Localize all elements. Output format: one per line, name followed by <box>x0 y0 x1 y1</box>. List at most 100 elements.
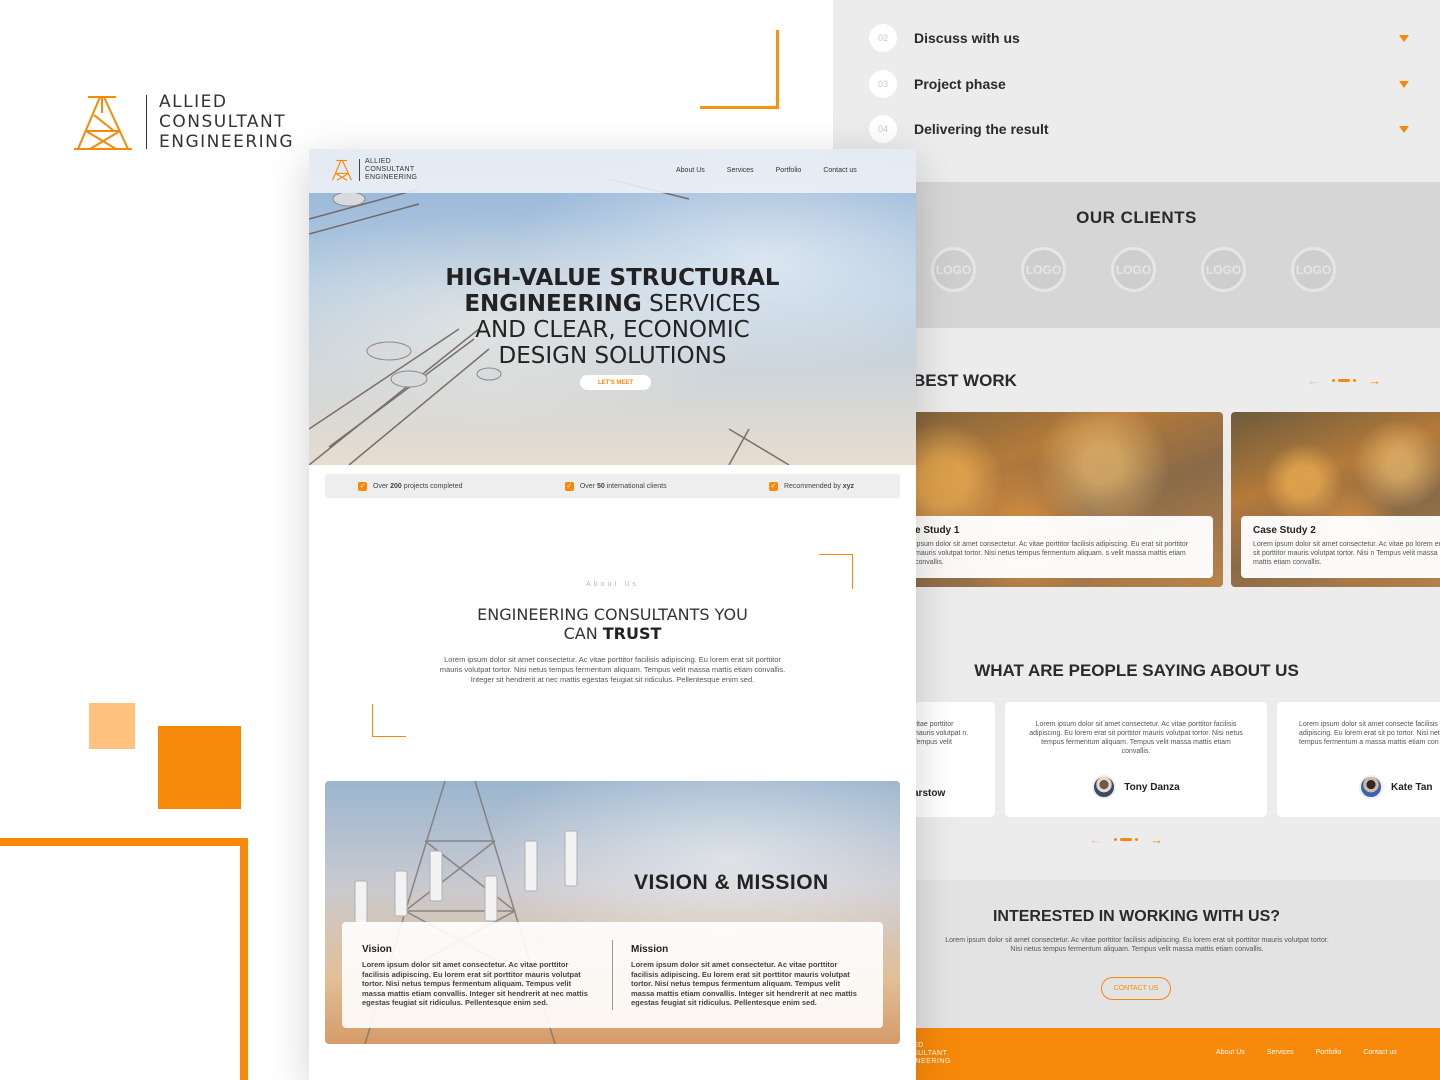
testimonial-slider-controls: ← → <box>1089 832 1163 847</box>
about-text: Lorem ipsum dolor sit amet consectetur. … <box>439 655 786 684</box>
cta-section: INTERESTED IN WORKING WITH US? Lorem ips… <box>833 880 1440 1028</box>
slider-dots <box>1114 838 1138 841</box>
client-logo: LOGO <box>931 247 976 292</box>
decorative-corner <box>372 704 406 737</box>
footer-brand-line: SULTANT <box>913 1050 948 1057</box>
cta-text: Lorem ipsum dolor sit amet consectetur. … <box>945 937 1329 953</box>
step-label: Project phase <box>914 76 1006 92</box>
footer-link-portfolio[interactable]: Portfolio <box>1316 1049 1342 1056</box>
check-icon: ✓ <box>768 481 778 491</box>
best-work-slider-controls: ← → <box>1307 373 1381 388</box>
vision-text: Lorem ipsum dolor sit amet consectetur. … <box>362 960 588 1007</box>
mission-text: Lorem ipsum dolor sit amet consectetur. … <box>631 960 857 1007</box>
about-title-line: ENGINEERING CONSULTANTS YOU <box>477 605 748 624</box>
nav-link-portfolio[interactable]: Portfolio <box>776 167 802 174</box>
brand-name: ALLIED CONSULTANT ENGINEERING <box>159 92 294 152</box>
step-label: Delivering the result <box>914 121 1049 137</box>
tower-logo-icon <box>331 159 352 181</box>
brand-line-3: ENGINEERING <box>159 132 295 152</box>
caret-down-icon[interactable] <box>1399 34 1409 42</box>
footer-brand: ED SULTANT INEERING <box>913 1042 951 1066</box>
logo-line: ALLIED <box>365 158 391 165</box>
arrow-left-icon[interactable]: ← <box>1089 832 1102 847</box>
hero-title-bold: ENGINEERING <box>464 291 642 317</box>
check-icon: ✓ <box>564 481 574 491</box>
lets-meet-button[interactable]: LET'S MEET <box>580 375 651 390</box>
testimonial-card: Lorem ipsum dolor sit amet consectetur. … <box>1005 702 1267 817</box>
hero-title-line: AND CLEAR, ECONOMIC <box>475 317 750 343</box>
slider-dots <box>1332 379 1356 382</box>
brand-logo: ALLIED CONSULTANT ENGINEERING <box>74 92 294 152</box>
decorative-square-dark <box>158 726 241 809</box>
about-kicker: About Us <box>586 581 639 588</box>
testimonial-name: Tony Danza <box>1124 781 1180 793</box>
accordion-step-03[interactable]: 03 Project phase <box>869 66 1409 102</box>
footer-brand-line: ED <box>913 1042 924 1049</box>
client-logos: LOGO LOGO LOGO LOGO LOGO <box>931 247 1336 292</box>
brand-divider <box>146 95 147 149</box>
avatar <box>1092 775 1117 799</box>
vision-mission-title: VISION & MISSION <box>634 871 829 894</box>
column-divider <box>612 940 613 1010</box>
accordion-step-02[interactable]: 02 Discuss with us <box>869 20 1409 56</box>
footer-link-services[interactable]: Services <box>1267 1049 1294 1056</box>
back-page-mockup: 02 Discuss with us 03 Project phase 04 D… <box>833 0 1440 1080</box>
about-title-bold: TRUST <box>602 624 662 643</box>
vision-heading: Vision <box>362 944 392 955</box>
decorative-corner <box>700 30 779 109</box>
hero-title-line: DESIGN SOLUTIONS <box>498 343 727 369</box>
testimonial-person: Kate Tan <box>1359 775 1440 799</box>
hero-section: ALLIED CONSULTANT ENGINEERING About Us S… <box>309 149 916 465</box>
case-study-card[interactable]: Case Study 2 Lorem ipsum dolor sit amet … <box>1231 412 1440 587</box>
client-logo: LOGO <box>1021 247 1066 292</box>
footer-link-contact[interactable]: Contact us <box>1363 1049 1396 1056</box>
client-logo: LOGO <box>1291 247 1336 292</box>
testimonial-person: arstow <box>913 788 995 799</box>
brand-line-1: ALLIED <box>159 92 228 112</box>
case-study-title: e Study 1 <box>915 525 960 536</box>
about-title: ENGINEERING CONSULTANTS YOU CAN TRUST <box>309 605 916 643</box>
stat-text: Over 50 international clients <box>579 482 667 490</box>
vision-mission-card: Vision Lorem ipsum dolor sit amet consec… <box>342 922 883 1028</box>
nav-link-about[interactable]: About Us <box>676 167 705 174</box>
step-label: Discuss with us <box>914 30 1020 46</box>
client-logo: LOGO <box>1111 247 1156 292</box>
testimonial-card: Lorem ipsum dolor sit amet consecte faci… <box>1277 702 1440 817</box>
nav-link-contact[interactable]: Contact us <box>823 167 856 174</box>
stat-text: Over 200 projects completed <box>373 482 463 490</box>
hero-title: HIGH-VALUE STRUCTURAL ENGINEERING SERVIC… <box>309 265 916 369</box>
footer: ED SULTANT INEERING About Us Services Po… <box>833 1028 1440 1080</box>
decorative-frame <box>0 838 248 1080</box>
accordion-step-04[interactable]: 04 Delivering the result <box>869 111 1409 147</box>
testimonial-text: Lorem ipsum dolor sit amet consecte faci… <box>1299 721 1440 746</box>
stat-item: ✓ Recommended by xyz <box>768 481 854 491</box>
stat-item: ✓ Over 50 international clients <box>564 481 667 491</box>
nav-link-services[interactable]: Services <box>727 167 754 174</box>
client-logo: LOGO <box>1201 247 1246 292</box>
contact-us-button[interactable]: CONTACT US <box>1101 977 1171 1000</box>
mission-heading: Mission <box>631 944 669 955</box>
site-logo-text: ALLIED CONSULTANT ENGINEERING <box>365 158 417 182</box>
caret-down-icon[interactable] <box>1399 125 1409 133</box>
testimonial-text: vitae porttitor mauris volutpat n. Tempu… <box>913 721 969 746</box>
footer-link-about[interactable]: About Us <box>1216 1049 1245 1056</box>
testimonial-person: Tony Danza <box>1005 775 1267 799</box>
step-number: 02 <box>869 24 897 52</box>
vision-mission-section: VISION & MISSION Vision Lorem ipsum dolo… <box>325 781 900 1044</box>
about-title-pre: CAN <box>563 624 603 643</box>
testimonials-title: WHAT ARE PEOPLE SAYING ABOUT US <box>974 661 1299 680</box>
case-study-info: Case Study 2 Lorem ipsum dolor sit amet … <box>1241 516 1440 578</box>
arrow-right-icon[interactable]: → <box>1368 373 1381 388</box>
best-work-title: BEST WORK <box>913 371 1017 390</box>
avatar <box>1359 775 1383 799</box>
arrow-left-icon[interactable]: ← <box>1307 373 1320 388</box>
stats-bar: ✓ Over 200 projects completed ✓ Over 50 … <box>325 474 900 498</box>
site-logo[interactable]: ALLIED CONSULTANT ENGINEERING <box>331 158 417 182</box>
testimonial-text: Lorem ipsum dolor sit amet consectetur. … <box>1029 721 1243 755</box>
arrow-right-icon[interactable]: → <box>1150 832 1163 847</box>
site-navbar: ALLIED CONSULTANT ENGINEERING About Us S… <box>309 149 916 193</box>
nav-links: About Us Services Portfolio Contact us <box>676 167 857 174</box>
step-number: 03 <box>869 70 897 98</box>
caret-down-icon[interactable] <box>1399 80 1409 88</box>
mission-column: Mission Lorem ipsum dolor sit amet conse… <box>631 944 861 1008</box>
